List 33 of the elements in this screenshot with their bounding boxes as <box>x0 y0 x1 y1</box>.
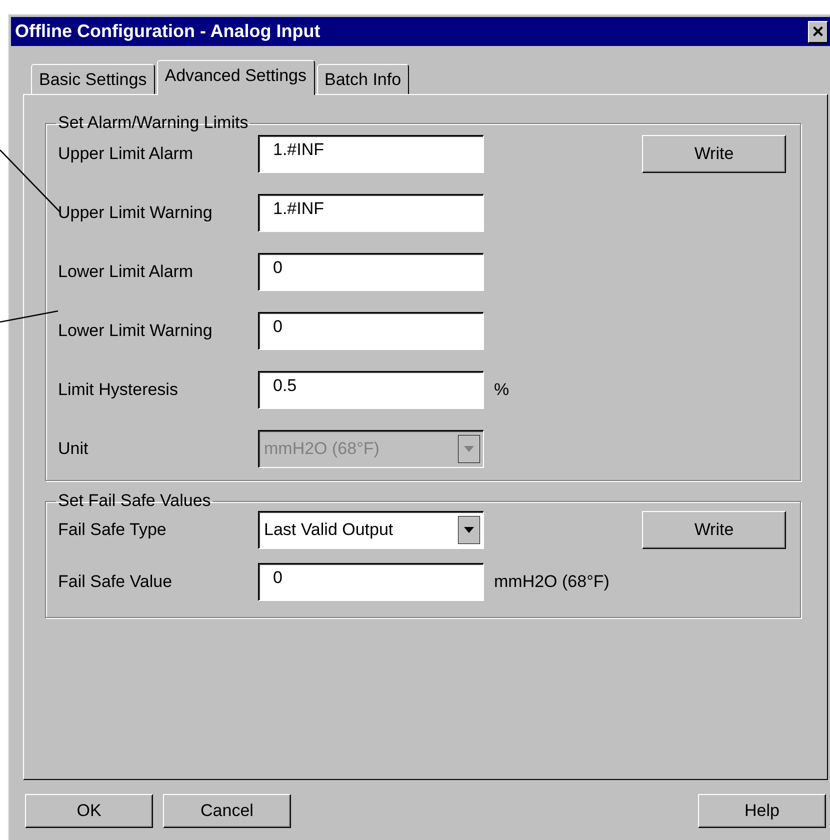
input-field[interactable]: 1.#INF <box>258 135 484 173</box>
input-field[interactable]: 0.5 <box>258 371 484 409</box>
field-label: Limit Hysteresis <box>58 380 179 400</box>
field-label: Fail Safe Value <box>58 572 174 592</box>
group-title: Set Alarm/Warning Limits <box>57 113 250 133</box>
group-title: Set Fail Safe Values <box>57 491 212 511</box>
field-label: Unit <box>58 439 90 459</box>
help-button[interactable]: Help <box>698 794 826 828</box>
input-field[interactable]: 0 <box>258 312 484 350</box>
input-field[interactable]: 0 <box>258 253 484 291</box>
leader-line <box>0 310 58 323</box>
tab[interactable]: Batch Info <box>316 64 410 94</box>
tab[interactable]: Basic Settings <box>31 64 155 94</box>
unit-label: mmH2O (68°F) <box>494 572 610 592</box>
dropdown[interactable]: Last Valid Output <box>258 511 484 549</box>
field-label: Lower Limit Warning <box>58 321 214 341</box>
input-field[interactable]: 1.#INF <box>258 194 484 232</box>
write-button[interactable]: Write <box>642 135 786 173</box>
field-label: Upper Limit Alarm <box>58 144 194 164</box>
leader-line <box>0 150 60 212</box>
field-label: Upper Limit Warning <box>58 203 214 223</box>
unit-label: % <box>494 380 510 400</box>
tab[interactable]: Advanced Settings <box>156 60 314 95</box>
window-title: Offline Configuration - Analog Input <box>15 21 320 42</box>
field-label: Fail Safe Type <box>58 520 168 540</box>
close-button[interactable]: × <box>808 20 828 42</box>
dropdown-arrow-icon <box>458 516 480 544</box>
dropdown-arrow-icon <box>458 435 480 463</box>
input-field[interactable]: 0 <box>258 563 484 601</box>
field-label: Lower Limit Alarm <box>58 262 194 282</box>
write-button[interactable]: Write <box>642 511 786 549</box>
dialog-button[interactable]: OK <box>25 794 153 828</box>
dialog-button[interactable]: Cancel <box>163 794 291 828</box>
